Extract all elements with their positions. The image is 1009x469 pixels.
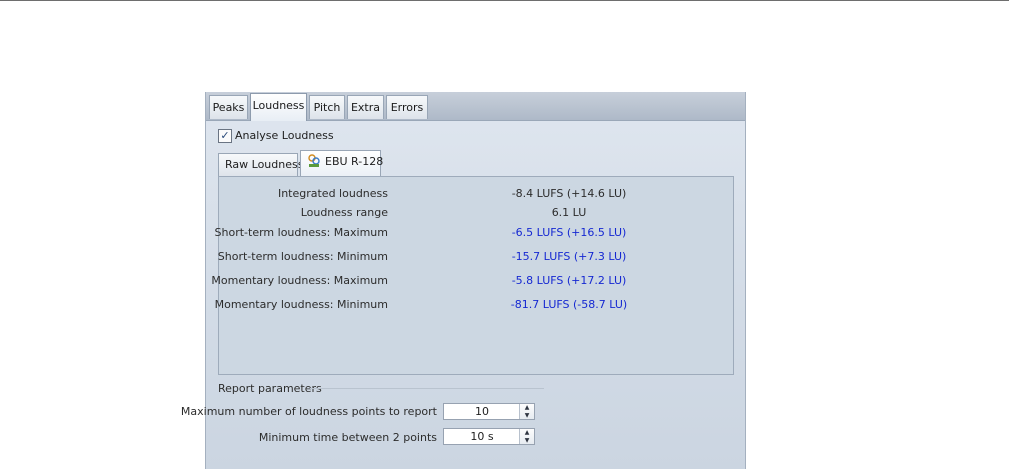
result-label: Momentary loudness: Maximum	[211, 274, 388, 287]
result-label: Short-term loudness: Minimum	[217, 250, 388, 263]
stepper-up-icon[interactable]: ▲	[520, 404, 534, 411]
min-time-stepper-buttons: ▲ ▼	[519, 429, 534, 444]
result-label: Loudness range	[300, 206, 388, 219]
tab-loudness[interactable]: Loudness	[250, 93, 307, 121]
tab-strip: Peaks Loudness Pitch Extra Errors	[206, 92, 745, 121]
max-points-value[interactable]: 10	[444, 404, 520, 419]
result-value: -5.8 LUFS (+17.2 LU)	[511, 274, 627, 287]
result-row-momentary-min: Momentary loudness: Minimum -81.7 LUFS (…	[215, 298, 733, 312]
report-parameters-title: Report parameters	[218, 382, 322, 395]
subtab-ebu-r128-label: EBU R-128	[325, 155, 384, 168]
result-value: -8.4 LUFS (+14.6 LU)	[511, 187, 627, 200]
result-label: Integrated loudness	[277, 187, 388, 200]
stepper-down-icon[interactable]: ▼	[520, 412, 534, 419]
result-label: Momentary loudness: Minimum	[214, 298, 388, 311]
result-row-range: Loudness range 6.1 LU	[219, 206, 733, 220]
result-label: Short-term loudness: Maximum	[214, 226, 388, 239]
min-time-stepper[interactable]: 10 s ▲ ▼	[443, 428, 535, 445]
ebu-meter-icon	[307, 154, 321, 168]
max-points-stepper[interactable]: 10 ▲ ▼	[443, 403, 535, 420]
loudness-results-box: Integrated loudness -8.4 LUFS (+14.6 LU)…	[211, 176, 734, 375]
stepper-up-icon[interactable]: ▲	[520, 429, 534, 436]
tab-peaks[interactable]: Peaks	[209, 95, 248, 119]
report-parameters-divider	[310, 388, 544, 389]
result-value: -15.7 LUFS (+7.3 LU)	[511, 250, 627, 263]
result-row-integrated: Integrated loudness -8.4 LUFS (+14.6 LU)	[219, 187, 733, 201]
max-points-label: Maximum number of loudness points to rep…	[180, 405, 437, 418]
stepper-down-icon[interactable]: ▼	[520, 437, 534, 444]
subtab-raw-loudness[interactable]: Raw Loudness	[218, 153, 303, 177]
tab-pitch[interactable]: Pitch	[309, 95, 345, 119]
result-row-short-term-min: Short-term loudness: Minimum -15.7 LUFS …	[217, 250, 733, 264]
result-row-momentary-max: Momentary loudness: Maximum -5.8 LUFS (+…	[211, 274, 733, 288]
analysis-panel: Peaks Loudness Pitch Extra Errors ✓ Anal…	[181, 92, 746, 469]
tab-errors[interactable]: Errors	[386, 95, 428, 119]
result-row-short-term-max: Short-term loudness: Maximum -6.5 LUFS (…	[215, 226, 733, 240]
tab-extra[interactable]: Extra	[347, 95, 384, 119]
analyse-loudness-label: Analyse Loudness	[235, 129, 334, 142]
result-value: -6.5 LUFS (+16.5 LU)	[511, 226, 627, 239]
result-value: -81.7 LUFS (-58.7 LU)	[510, 298, 628, 311]
analyse-loudness-checkbox[interactable]: ✓	[218, 129, 232, 143]
subtab-ebu-r128[interactable]: EBU R-128	[300, 150, 384, 177]
min-time-value[interactable]: 10 s	[444, 429, 520, 444]
max-points-stepper-buttons: ▲ ▼	[519, 404, 534, 419]
min-time-label: Minimum time between 2 points	[258, 431, 437, 444]
top-divider	[0, 0, 1009, 1]
subtab-raw-loudness-label: Raw Loudness	[225, 158, 304, 171]
result-value: 6.1 LU	[551, 206, 587, 219]
